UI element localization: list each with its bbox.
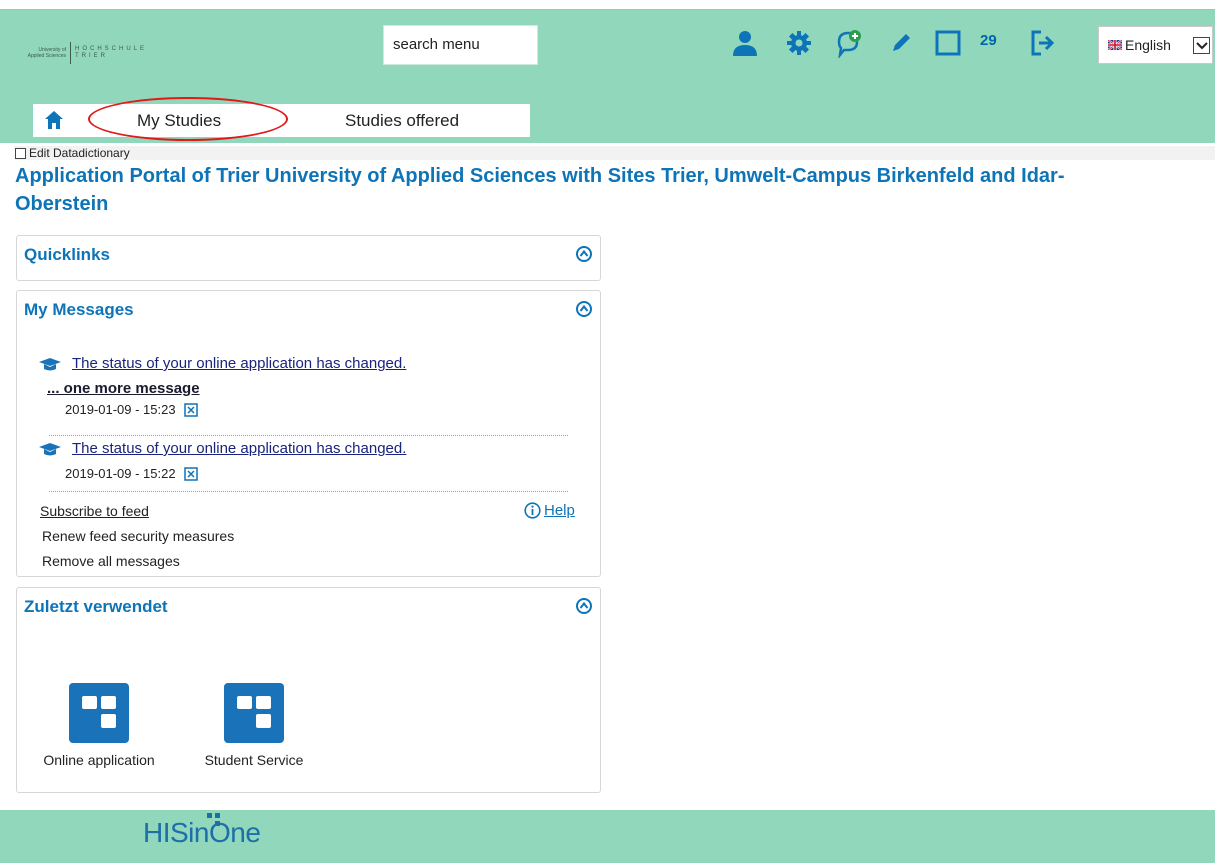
footer-bar: HISinOne: [0, 810, 1215, 863]
top-border: [0, 0, 1215, 10]
home-icon[interactable]: [43, 109, 65, 131]
hisinone-logo: HISinOne: [143, 817, 261, 848]
app-grid-icon: [69, 683, 129, 743]
search-menu-input[interactable]: search menu: [383, 25, 538, 65]
message-count[interactable]: 29: [980, 32, 997, 49]
app-student-service[interactable]: Student Service: [189, 683, 319, 768]
message-separator: [49, 435, 568, 436]
delete-icon[interactable]: [183, 402, 198, 417]
collapse-icon[interactable]: [576, 598, 592, 614]
messages-title[interactable]: My Messages: [24, 300, 134, 320]
graduation-cap-icon: [39, 358, 61, 371]
message-link[interactable]: The status of your online application ha…: [72, 355, 406, 372]
logout-icon[interactable]: [1026, 26, 1060, 60]
edit-datadictionary-label: Edit Datadictionary: [29, 146, 130, 160]
recent-title[interactable]: Zuletzt verwendet: [24, 597, 168, 617]
graduation-cap-icon: [39, 443, 61, 456]
app-grid-icon: [224, 683, 284, 743]
delete-icon[interactable]: [183, 466, 198, 481]
quicklinks-title[interactable]: Quicklinks: [24, 245, 110, 265]
message-timestamp: 2019-01-09 - 15:23: [65, 402, 176, 417]
message-date: 2019-01-09 - 15:22: [65, 466, 198, 481]
app-label: Student Service: [204, 752, 304, 768]
page-title-line2: Oberstein: [15, 193, 109, 215]
gear-icon[interactable]: [782, 26, 816, 60]
app-label: Online application: [43, 752, 155, 768]
chevron-down-icon[interactable]: [1193, 37, 1210, 54]
logo-subtext: University of Applied Sciences: [27, 47, 66, 59]
edit-datadictionary[interactable]: Edit Datadictionary: [15, 146, 1215, 160]
logo-wordmark: HOCHSCHULE TRIER: [75, 46, 148, 59]
tab-studies-offered[interactable]: Studies offered: [345, 111, 459, 131]
subscribe-feed-link[interactable]: Subscribe to feed: [40, 503, 149, 519]
one-more-message-link[interactable]: ... one more message: [47, 380, 200, 397]
window-icon[interactable]: [931, 26, 965, 60]
message-link[interactable]: The status of your online application ha…: [72, 440, 406, 457]
app-online-application[interactable]: Online application: [34, 683, 164, 768]
renew-feed-link[interactable]: Renew feed security measures: [42, 528, 234, 544]
language-select[interactable]: English: [1098, 26, 1213, 64]
language-label: English: [1125, 37, 1171, 53]
user-icon[interactable]: [728, 26, 762, 60]
page-title: Application Portal of Trier University o…: [15, 162, 1195, 218]
collapse-icon[interactable]: [576, 246, 592, 262]
pencil-icon[interactable]: [884, 26, 918, 60]
collapse-icon[interactable]: [576, 301, 592, 317]
hisinone-dots-icon: [207, 813, 220, 826]
page-title-line1: Application Portal of Trier University o…: [15, 165, 1065, 187]
edit-datadictionary-checkbox[interactable]: [15, 147, 26, 159]
message-timestamp: 2019-01-09 - 15:22: [65, 466, 176, 481]
highlight-oval: [88, 97, 288, 141]
message-date: 2019-01-09 - 15:23: [65, 402, 198, 417]
chat-add-icon[interactable]: [833, 26, 867, 60]
help-label: Help: [544, 502, 575, 519]
help-link[interactable]: Help: [524, 502, 575, 519]
quicklinks-panel: Quicklinks: [16, 235, 601, 281]
uk-flag-icon: [1108, 40, 1122, 50]
university-logo[interactable]: University of Applied Sciences HOCHSCHUL…: [22, 40, 148, 66]
message-separator: [49, 491, 568, 492]
info-icon: [524, 502, 541, 519]
remove-messages-link[interactable]: Remove all messages: [42, 553, 180, 569]
